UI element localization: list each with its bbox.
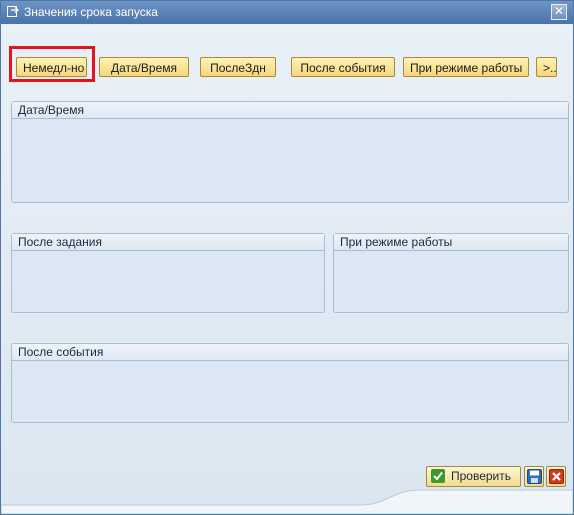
dialog-window: Значения срока запуска ✕ Немедл-но Дата/… [0, 0, 574, 515]
after-job-group: После задания [11, 233, 325, 313]
check-button-label: Проверить [451, 469, 512, 483]
datetime-group-title: Дата/Время [12, 102, 568, 119]
check-button[interactable]: Проверить [426, 466, 521, 487]
save-button[interactable] [524, 466, 544, 487]
checkmark-icon [431, 469, 445, 483]
more-button[interactable]: >.. [536, 57, 557, 77]
dialog-content: Немедл-но Дата/Время ПослеЗдн После собы… [1, 24, 573, 514]
op-mode-button[interactable]: При режиме работы [403, 57, 529, 77]
after-event-button[interactable]: После события [291, 57, 395, 77]
cancel-button[interactable] [546, 466, 566, 487]
datetime-button[interactable]: Дата/Время [99, 57, 189, 77]
immediate-button[interactable]: Немедл-но [16, 57, 87, 77]
after-job-group-title: После задания [12, 234, 324, 251]
close-icon[interactable]: ✕ [551, 4, 567, 20]
window-icon [7, 6, 19, 17]
footer-divider [1, 489, 573, 514]
cancel-icon [549, 469, 564, 484]
op-mode-group: При режиме работы [333, 233, 569, 313]
after-event-group: После события [11, 343, 569, 423]
window-title: Значения срока запуска [24, 5, 158, 19]
save-icon [527, 469, 542, 484]
datetime-group: Дата/Время [11, 101, 569, 203]
op-mode-group-title: При режиме работы [334, 234, 568, 251]
after-job-button[interactable]: ПослеЗдн [200, 57, 276, 77]
title-bar[interactable]: Значения срока запуска ✕ [1, 1, 573, 24]
after-event-group-title: После события [12, 344, 568, 361]
